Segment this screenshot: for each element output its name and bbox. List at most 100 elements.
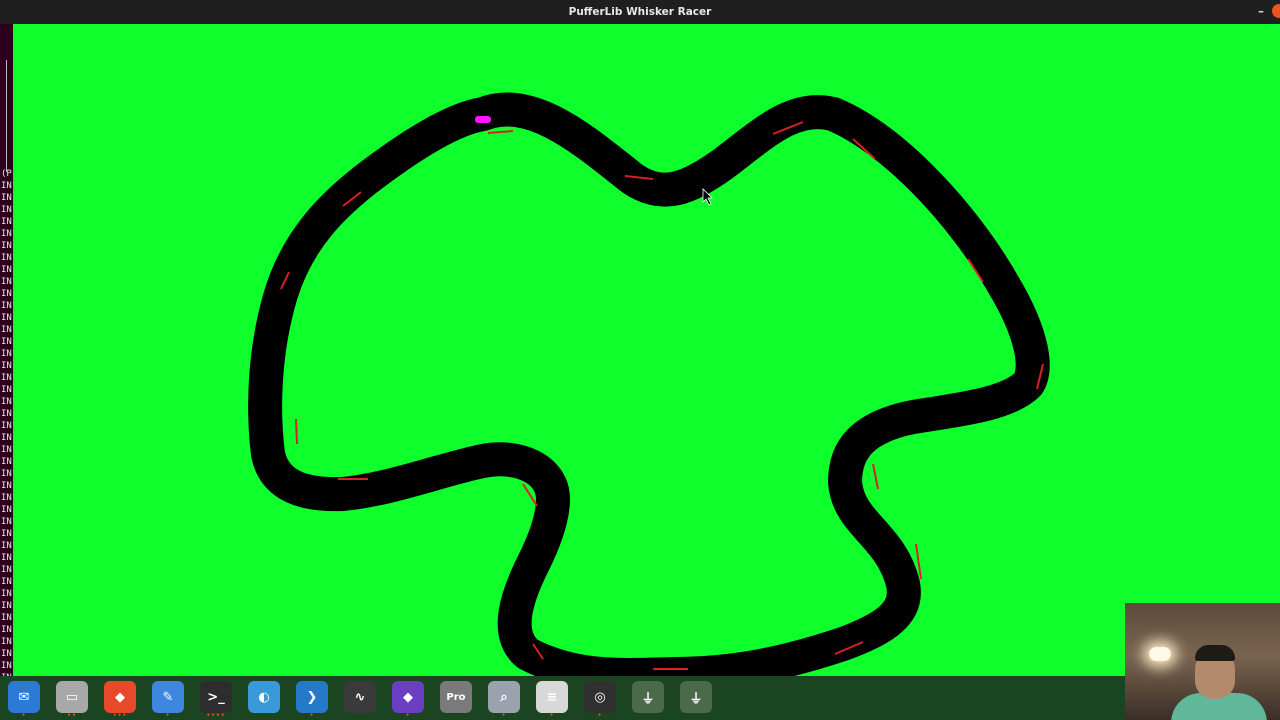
image-icon: ◐ [258, 689, 270, 705]
terminal-line: IN [1, 493, 12, 503]
terminal-line: IN [1, 433, 12, 443]
dock-system-monitor[interactable]: ∿ [344, 681, 376, 713]
terminal-line: IN [1, 637, 12, 647]
dock-files[interactable]: ▭ •• [56, 681, 88, 719]
minimize-button[interactable]: – [1258, 4, 1264, 18]
pulse-icon: ∿ [354, 689, 366, 705]
terminal-line: IN [1, 505, 12, 515]
dock-google-earth[interactable]: Pro [440, 681, 472, 713]
terminal-line: IN [1, 205, 12, 215]
terminal-line: IN [1, 481, 12, 491]
terminal-line: IN [1, 613, 12, 623]
person-hair [1195, 645, 1235, 661]
terminal-line: IN [1, 589, 12, 599]
dock-document-viewer[interactable]: ≡ • [536, 681, 568, 719]
terminal-line: IN [1, 661, 12, 671]
terminal-line: IN [1, 253, 12, 263]
thunderbird-icon: ✉ [18, 689, 30, 705]
dock-photo[interactable]: ◐ [248, 681, 280, 713]
lamp-light [1149, 647, 1171, 661]
document-icon: ≡ [546, 689, 558, 705]
code-icon: ❯ [306, 689, 318, 705]
game-canvas[interactable] [13, 24, 1280, 676]
usb-icon: ⏚ [641, 691, 655, 707]
terminal-line: IN [1, 301, 12, 311]
crystal-icon: ◆ [403, 689, 413, 705]
window-title: PufferLib Whisker Racer [568, 6, 712, 18]
terminal-line: IN [1, 469, 12, 479]
dock-thunderbird[interactable]: ✉ • [8, 681, 40, 719]
terminal-line: IN [1, 289, 12, 299]
terminal-line: IN [1, 229, 12, 239]
terminal-line: IN [1, 361, 12, 371]
terminal-line: IN [1, 181, 12, 191]
terminal-line: IN [1, 625, 12, 635]
terminal-line: IN [1, 649, 12, 659]
terminal-line: IN [1, 265, 12, 275]
running-indicator: • [549, 712, 555, 719]
dock: ✉ • ▭ •• ◆ ••• ✎ • >_ •••• ◐ ❯ • ∿ ◆ • Pro ⌕ • ≡ • ◎ • ⏚ ⏚ [0, 676, 1280, 720]
terminal-frame [6, 60, 13, 172]
pencil-icon: ✎ [162, 689, 174, 705]
terminal-line: IN [1, 601, 12, 611]
running-indicator: • [501, 712, 507, 719]
race-track [248, 92, 1050, 676]
terminal-line: IN [1, 217, 12, 227]
terminal-line: IN [1, 421, 12, 431]
webcam-overlay [1125, 603, 1280, 720]
terminal-output: (P IN IN IN IN IN IN IN IN IN IN IN IN IN IN IN IN IN IN IN… [1, 168, 12, 696]
lion-icon: ◆ [115, 689, 125, 705]
race-track-svg [248, 92, 1050, 676]
terminal-line: IN [1, 565, 12, 575]
terminal-line: IN [1, 349, 12, 359]
folder-icon: ▭ [65, 689, 79, 705]
player-car [475, 116, 491, 123]
terminal-line: IN [1, 541, 12, 551]
terminal-line: IN [1, 385, 12, 395]
dock-obsidian[interactable]: ◆ • [392, 681, 424, 719]
obs-icon: ◎ [594, 689, 606, 705]
dock-terminal[interactable]: >_ •••• [200, 681, 232, 719]
window-titlebar: PufferLib Whisker Racer – [0, 0, 1280, 24]
terminal-line: IN [1, 577, 12, 587]
terminal-line: IN [1, 313, 12, 323]
background-terminal[interactable]: (P IN IN IN IN IN IN IN IN IN IN IN IN IN IN IN IN IN IN IN… [0, 24, 13, 720]
terminal-line: IN [1, 325, 12, 335]
terminal-line: IN [1, 457, 12, 467]
terminal-line: IN [1, 529, 12, 539]
dock-text-editor[interactable]: ✎ • [152, 681, 184, 719]
running-indicator: • [597, 712, 603, 719]
running-indicator: • [165, 712, 171, 719]
dock-obs[interactable]: ◎ • [584, 681, 616, 719]
terminal-line: IN [1, 517, 12, 527]
running-indicator: •••• [206, 712, 226, 719]
usb-icon: ⏚ [689, 691, 703, 707]
globe-icon: Pro [446, 691, 466, 703]
dock-usb-drive-1[interactable]: ⏚ [632, 681, 664, 713]
terminal-line: (P [1, 169, 12, 179]
track-marker [487, 130, 514, 134]
dock-vscode[interactable]: ❯ • [296, 681, 328, 719]
terminal-line: IN [1, 277, 12, 287]
terminal-line: IN [1, 337, 12, 347]
terminal-line: IN [1, 409, 12, 419]
terminal-line: IN [1, 553, 12, 563]
close-button[interactable] [1272, 4, 1280, 18]
dock-magnifier[interactable]: ⌕ • [488, 681, 520, 719]
terminal-line: IN [1, 373, 12, 383]
dock-usb-drive-2[interactable]: ⏚ [680, 681, 712, 713]
running-indicator: • [309, 712, 315, 719]
magnifier-icon: ⌕ [500, 689, 508, 705]
track-marker [872, 463, 879, 490]
dock-brave[interactable]: ◆ ••• [104, 681, 136, 719]
running-indicator: ••• [112, 712, 128, 719]
terminal-line: IN [1, 445, 12, 455]
terminal-line: IN [1, 241, 12, 251]
terminal-line: IN [1, 397, 12, 407]
track-marker [295, 418, 298, 445]
running-indicator: • [21, 712, 27, 719]
terminal-line: IN [1, 193, 12, 203]
running-indicator: • [405, 712, 411, 719]
running-indicator: •• [67, 712, 77, 719]
terminal-icon: >_ [207, 689, 225, 705]
